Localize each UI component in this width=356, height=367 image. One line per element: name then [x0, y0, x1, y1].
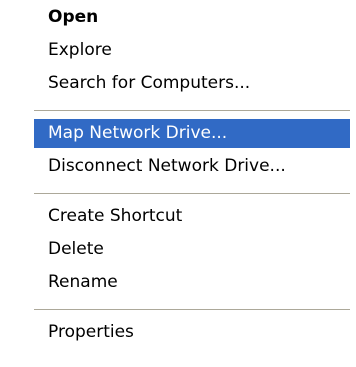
- menu-item-explore[interactable]: Explore: [34, 36, 350, 65]
- menu-item-delete[interactable]: Delete: [34, 235, 350, 264]
- menu-item-disconnect-network-drive[interactable]: Disconnect Network Drive...: [34, 152, 350, 181]
- menu-item-create-shortcut[interactable]: Create Shortcut: [34, 202, 350, 231]
- menu-separator: [34, 193, 350, 195]
- menu-item-rename[interactable]: Rename: [34, 268, 350, 297]
- context-menu: Open Explore Search for Computers... Map…: [34, 0, 350, 367]
- menu-item-map-network-drive[interactable]: Map Network Drive...: [34, 119, 350, 148]
- menu-item-search-for-computers[interactable]: Search for Computers...: [34, 69, 350, 98]
- menu-separator: [34, 110, 350, 112]
- menu-item-properties[interactable]: Properties: [34, 318, 350, 347]
- menu-item-open[interactable]: Open: [34, 3, 350, 32]
- menu-separator: [34, 309, 350, 311]
